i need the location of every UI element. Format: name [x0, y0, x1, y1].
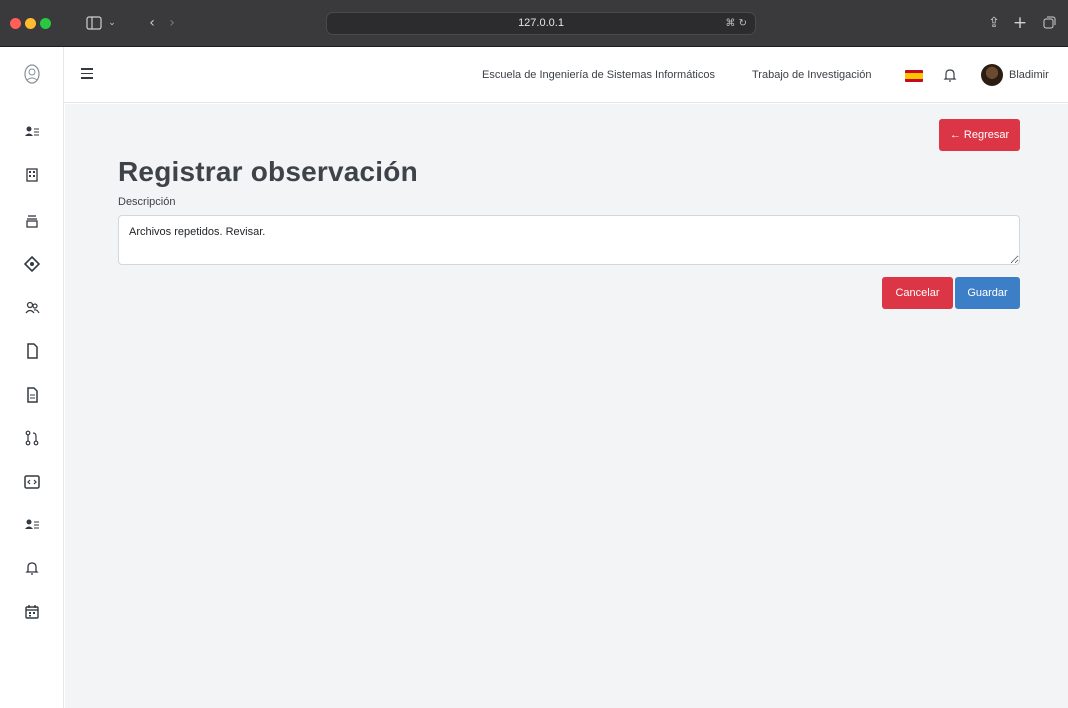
diamond-icon[interactable] — [24, 256, 40, 272]
stack-icon[interactable] — [24, 213, 40, 229]
browser-toolbar: ⌄ ‹ › 127.0.0.1 ⌘ ↻ ⇪ + — [0, 0, 1068, 47]
file-icon[interactable] — [24, 343, 40, 359]
users-list-icon[interactable] — [24, 124, 40, 140]
university-logo — [24, 64, 40, 84]
share-icon[interactable]: ⇪ — [986, 11, 1002, 35]
forward-icon[interactable]: › — [166, 11, 178, 35]
url-text: 127.0.0.1 — [518, 17, 564, 29]
new-tab-icon[interactable]: + — [1012, 11, 1028, 35]
save-button[interactable]: Guardar — [955, 277, 1020, 309]
description-textarea[interactable]: Archivos repetidos. Revisar. — [118, 215, 1020, 265]
bell-icon[interactable] — [24, 560, 40, 576]
notifications-bell-icon[interactable] — [943, 67, 957, 83]
description-label: Descripción — [118, 196, 176, 208]
people-icon[interactable] — [24, 300, 40, 316]
document-icon[interactable] — [24, 387, 40, 403]
reload-icon[interactable]: ↻ — [739, 18, 747, 29]
sidebar-toggle-icon[interactable] — [84, 11, 104, 35]
spain-flag-icon[interactable] — [905, 70, 923, 82]
translate-icon[interactable]: ⌘ — [725, 18, 735, 29]
main-content: ← Regresar Registrar observación Descrip… — [65, 104, 1068, 708]
top-navbar: Escuela de Ingeniería de Sistemas Inform… — [64, 47, 1068, 103]
git-pull-request-icon[interactable] — [24, 430, 40, 446]
avatar[interactable] — [981, 64, 1003, 86]
back-button[interactable]: ← Regresar — [939, 119, 1020, 151]
code-window-icon[interactable] — [24, 474, 40, 490]
user-name[interactable]: Bladimir — [1009, 69, 1049, 81]
building-icon[interactable] — [24, 167, 40, 183]
tabs-overview-icon[interactable] — [1041, 11, 1057, 35]
menu-toggle-icon[interactable] — [81, 68, 93, 80]
page-title: Registrar observación — [118, 156, 418, 187]
sidebar — [0, 47, 64, 708]
cancel-button[interactable]: Cancelar — [882, 277, 953, 309]
maximize-window-button[interactable] — [40, 18, 51, 29]
nav-link-trabajo[interactable]: Trabajo de Investigación — [752, 69, 871, 81]
address-bar[interactable]: 127.0.0.1 ⌘ ↻ — [326, 12, 756, 35]
back-icon[interactable]: ‹ — [146, 11, 158, 35]
close-window-button[interactable] — [10, 18, 21, 29]
nav-link-escuela[interactable]: Escuela de Ingeniería de Sistemas Inform… — [482, 69, 715, 81]
users-list-icon[interactable] — [24, 517, 40, 533]
chevron-down-icon[interactable]: ⌄ — [106, 11, 118, 35]
minimize-window-button[interactable] — [25, 18, 36, 29]
calendar-icon[interactable] — [24, 604, 40, 620]
